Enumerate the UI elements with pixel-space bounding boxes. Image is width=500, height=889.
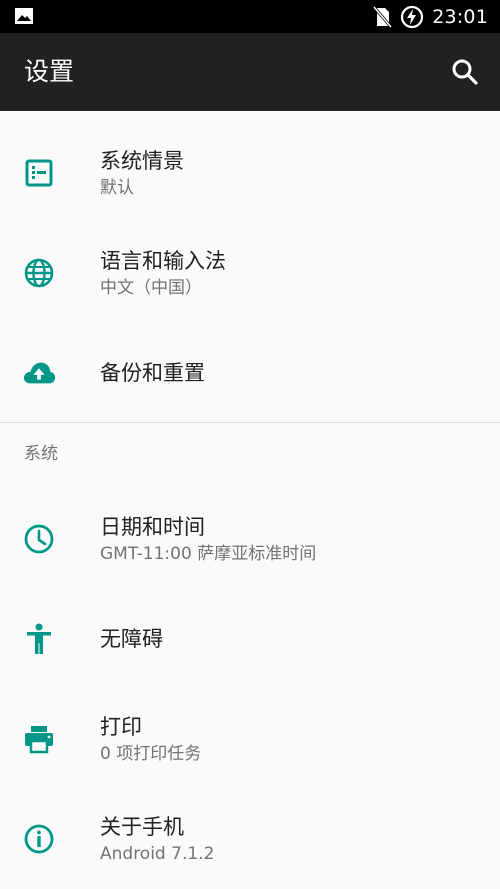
settings-item-theme[interactable]: 系统情景 默认: [0, 123, 500, 223]
settings-item-title: 语言和输入法: [100, 248, 226, 273]
settings-item-accessibility[interactable]: 无障碍: [0, 589, 500, 689]
page-title: 设置: [24, 57, 75, 86]
settings-item-summary: GMT-11:00 萨摩亚标准时间: [100, 543, 317, 564]
cloud-upload-icon: [23, 362, 56, 384]
image-icon: [15, 8, 33, 24]
settings-item-backup-reset[interactable]: 备份和重置: [0, 323, 500, 423]
settings-item-printing[interactable]: 打印 0 项打印任务: [0, 689, 500, 789]
search-icon[interactable]: [450, 57, 480, 87]
settings-item-title: 关于手机: [100, 814, 184, 839]
status-bar: 23:01: [0, 0, 500, 33]
settings-item-title: 系统情景: [100, 148, 184, 173]
settings-item-date-time[interactable]: 日期和时间 GMT-11:00 萨摩亚标准时间: [0, 489, 500, 589]
info-icon: [24, 824, 54, 854]
settings-item-title: 无障碍: [100, 627, 163, 651]
settings-item-title: 备份和重置: [100, 361, 205, 385]
settings-item-summary: Android 7.1.2: [100, 843, 215, 864]
settings-item-summary: 0 项打印任务: [100, 743, 202, 764]
settings-item-language[interactable]: 语言和输入法 中文（中国）: [0, 223, 500, 323]
settings-item-summary: 默认: [100, 177, 134, 198]
settings-item-title: 打印: [100, 714, 142, 739]
battery-charging-icon: [401, 5, 424, 28]
clock-icon: [24, 524, 54, 554]
settings-item-about-phone[interactable]: 关于手机 Android 7.1.2: [0, 789, 500, 889]
settings-item-summary: 中文（中国）: [100, 277, 202, 298]
section-header-system: 系统: [24, 444, 58, 464]
accessibility-icon: [27, 623, 51, 654]
theme-icon: [25, 159, 53, 187]
app-bar: 设置: [0, 33, 500, 111]
settings-item-title: 日期和时间: [100, 514, 205, 539]
print-icon: [25, 726, 53, 754]
no-sim-icon: [373, 5, 393, 28]
globe-icon: [24, 258, 54, 288]
status-time: 23:01: [432, 5, 488, 28]
section-divider: [0, 422, 500, 423]
